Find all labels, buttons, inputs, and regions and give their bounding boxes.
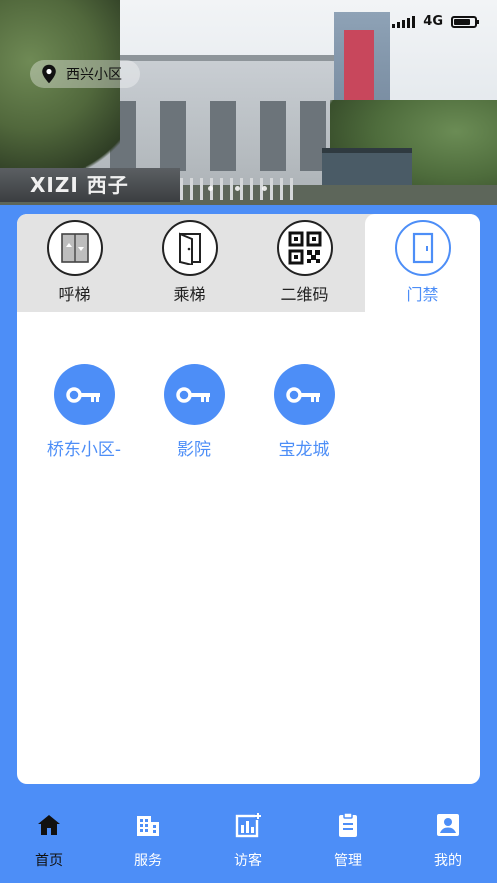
- door-item-cinema[interactable]: 影院: [139, 364, 249, 460]
- network-label: 4G: [423, 14, 443, 29]
- door-label: 影院: [177, 440, 211, 460]
- status-bar: 4G: [392, 14, 479, 29]
- call-elevator-icon: [46, 220, 103, 276]
- profile-icon: [437, 814, 459, 836]
- home-icon: [38, 815, 60, 835]
- nav-label: 我的: [434, 853, 462, 869]
- location-selector[interactable]: 西兴小区: [30, 60, 140, 88]
- banner-sign: XIZI 西子: [0, 168, 180, 202]
- door-open-icon: [161, 220, 218, 276]
- qr-code-icon: [276, 220, 333, 276]
- pagination-dot: [262, 186, 267, 191]
- pagination-dot: [208, 186, 213, 191]
- nav-home[interactable]: 首页: [9, 812, 89, 870]
- tab-label: 乘梯: [173, 285, 206, 304]
- banner-image[interactable]: XIZI 西子: [0, 0, 497, 205]
- clipboard-icon: [339, 812, 357, 837]
- key-icon: [53, 364, 115, 425]
- tab-access-control[interactable]: 门禁: [365, 214, 480, 312]
- tab-call-elevator[interactable]: 呼梯: [17, 214, 132, 312]
- access-card: 呼梯 乘梯 二维码 门禁 桥东小区- 影院 宝龙城: [17, 214, 480, 784]
- door-item-baolongcheng[interactable]: 宝龙城: [249, 364, 359, 460]
- function-tabs: 呼梯 乘梯 二维码 门禁: [17, 214, 480, 312]
- location-pin-icon: [42, 64, 56, 84]
- tab-ride-elevator[interactable]: 乘梯: [132, 214, 247, 312]
- banner-pagination: [208, 186, 267, 191]
- nav-label: 首页: [35, 853, 63, 869]
- nav-label: 管理: [334, 853, 362, 869]
- tab-qr-code[interactable]: 二维码: [247, 214, 362, 312]
- nav-label: 访客: [234, 853, 262, 869]
- visitor-chart-icon: [235, 812, 261, 838]
- tab-label: 呼梯: [58, 285, 91, 304]
- battery-icon: [451, 15, 479, 28]
- nav-manage[interactable]: 管理: [308, 812, 388, 870]
- pagination-dot: [235, 186, 240, 191]
- key-icon: [273, 364, 335, 425]
- nav-visitor[interactable]: 访客: [208, 812, 288, 870]
- door-icon: [394, 220, 451, 276]
- nav-service[interactable]: 服务: [108, 812, 188, 870]
- signal-icon: [392, 15, 416, 28]
- door-label: 宝龙城: [278, 440, 330, 460]
- tab-label: 二维码: [280, 285, 329, 304]
- door-label: 桥东小区-: [46, 440, 122, 460]
- bottom-nav: 首页 服务 访客 管理 我的: [0, 800, 497, 883]
- nav-mine[interactable]: 我的: [408, 812, 488, 870]
- location-name: 西兴小区: [66, 67, 122, 83]
- tab-label: 门禁: [406, 285, 439, 304]
- door-item-qiaodong[interactable]: 桥东小区-: [29, 364, 139, 460]
- nav-label: 服务: [134, 853, 162, 869]
- building-icon: [137, 816, 159, 836]
- key-icon: [163, 364, 225, 425]
